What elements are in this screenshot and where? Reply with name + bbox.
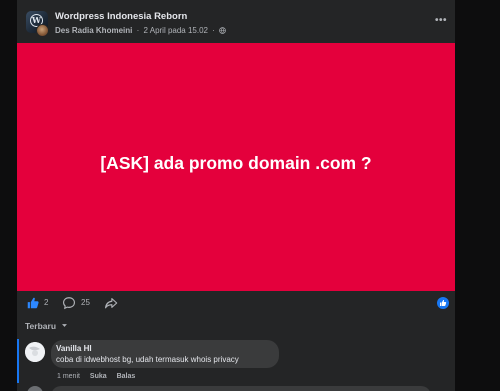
group-name-link[interactable]: Wordpress Indonesia Reborn — [55, 11, 187, 22]
next-commenter-avatar[interactable] — [27, 386, 43, 391]
default-user-icon — [25, 342, 45, 362]
post-card: W Wordpress Indonesia Reborn Des Radia K… — [17, 0, 455, 391]
reaction-bar: 2 25 — [17, 291, 455, 315]
post-meta: Des Radia Khomeini · 2 April pada 15.02 … — [55, 26, 226, 35]
post-header: W Wordpress Indonesia Reborn Des Radia K… — [17, 0, 455, 43]
like-reaction-badge[interactable] — [437, 297, 449, 309]
post-image-banner[interactable]: [ASK] ada promo domain .com ? — [17, 43, 455, 291]
share-arrow-icon[interactable] — [104, 296, 118, 310]
comment-like-button[interactable]: Suka — [90, 373, 107, 380]
comment-reply-button[interactable]: Balas — [117, 373, 136, 380]
like-count[interactable]: 2 — [44, 298, 48, 307]
comment-bubble-icon[interactable] — [62, 296, 76, 310]
thumbs-up-icon — [440, 299, 447, 306]
commenter-avatar[interactable] — [25, 342, 45, 362]
author-name-link[interactable]: Des Radia Khomeini — [55, 26, 132, 35]
comment-sort-dropdown[interactable]: Terbaru — [25, 321, 68, 331]
post-timestamp[interactable]: 2 April pada 15.02 — [144, 26, 209, 35]
comment-text: coba di idwebhost bg, udah termasuk whoi… — [56, 355, 239, 364]
meta-separator: · — [136, 26, 140, 35]
globe-icon — [219, 27, 226, 34]
meta-separator: · — [212, 26, 215, 35]
comment-author-link[interactable]: Vanilla HI — [56, 344, 92, 353]
comment-count[interactable]: 25 — [81, 298, 90, 307]
comment-highlight-bar — [17, 339, 19, 383]
author-avatar[interactable] — [36, 24, 49, 37]
banner-text: [ASK] ada promo domain .com ? — [100, 153, 372, 173]
comment-sort-label: Terbaru — [25, 321, 57, 331]
chevron-down-icon — [62, 324, 68, 327]
comment-time[interactable]: 1 menit — [57, 373, 80, 380]
next-comment-bubble — [51, 386, 431, 391]
more-options-button[interactable]: ••• — [433, 14, 449, 28]
comment-actions: 1 menit Suka Balas — [57, 373, 143, 380]
thumbs-up-icon[interactable] — [26, 296, 40, 310]
